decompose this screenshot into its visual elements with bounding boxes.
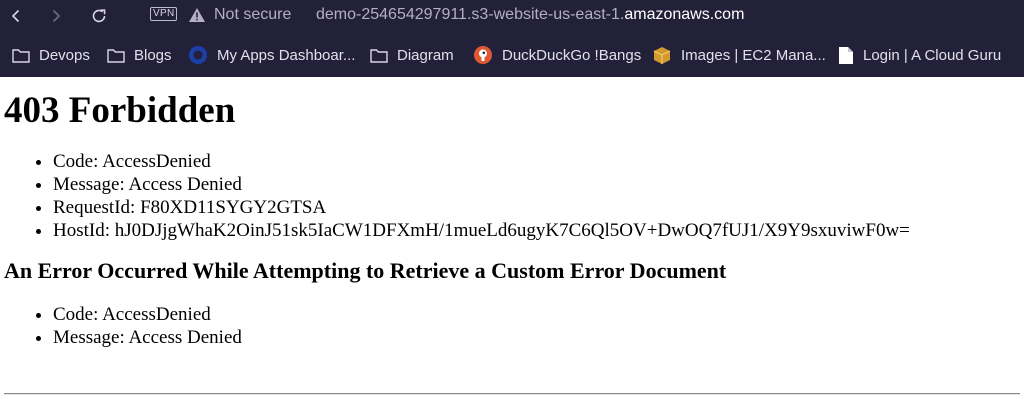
- bookmark-devops[interactable]: Devops: [12, 45, 90, 65]
- arrow-right-icon: [52, 9, 61, 23]
- reload-icon: [92, 9, 106, 23]
- bookmark-label: DuckDuckGo !Bangs: [502, 46, 642, 64]
- back-button[interactable]: [4, 4, 28, 28]
- reload-button[interactable]: [87, 4, 111, 28]
- forward-button[interactable]: [44, 4, 68, 28]
- bookmark-label: Images | EC2 Mana...: [681, 46, 826, 64]
- bookmark-label: Diagram: [397, 46, 454, 64]
- page-content: 403 Forbidden Code: AccessDenied Message…: [0, 90, 1024, 349]
- list-item: Code: AccessDenied: [53, 150, 1024, 173]
- warning-icon[interactable]: [188, 7, 206, 28]
- aws-box-icon: [652, 45, 672, 65]
- browser-chrome: VPN Not secure demo-254654297911.s3-webs…: [0, 0, 1024, 77]
- bookmark-a-cloud-guru[interactable]: Login | A Cloud Guru: [838, 45, 1001, 65]
- custom-error-details-list: Code: AccessDenied Message: Access Denie…: [4, 303, 1024, 349]
- custom-error-heading: An Error Occurred While Attempting to Re…: [4, 258, 727, 283]
- list-item: HostId: hJ0DJjgWhaK2OinJ51sk5IaCW1DFXmH/…: [53, 219, 1024, 242]
- browser-toolbar: VPN Not secure demo-254654297911.s3-webs…: [0, 0, 1024, 32]
- bookmark-label: Login | A Cloud Guru: [863, 46, 1002, 64]
- document-icon: [838, 46, 854, 65]
- duckduckgo-icon: [473, 45, 493, 65]
- bookmark-duckduckgo-bangs[interactable]: DuckDuckGo !Bangs: [473, 45, 641, 65]
- bookmark-label: My Apps Dashboar...: [217, 46, 356, 64]
- bookmark-images-ec2[interactable]: Images | EC2 Mana...: [652, 45, 826, 65]
- bookmark-blogs[interactable]: Blogs: [107, 45, 172, 65]
- bookmark-label: Devops: [39, 46, 90, 64]
- list-item: Code: AccessDenied: [53, 303, 1024, 326]
- divider: [4, 393, 1020, 395]
- security-status[interactable]: Not secure: [214, 6, 291, 24]
- folder-icon: [107, 48, 125, 63]
- list-item: Message: Access Denied: [53, 173, 1024, 196]
- bookmark-label: Blogs: [134, 46, 172, 64]
- url-prefix: demo-254654297911.s3-website-us-east-1.: [316, 6, 625, 23]
- address-bar[interactable]: demo-254654297911.s3-website-us-east-1.a…: [316, 6, 744, 24]
- vpn-badge[interactable]: VPN: [150, 7, 178, 21]
- page-title: 403 Forbidden: [4, 90, 236, 131]
- bookmark-diagram[interactable]: Diagram: [370, 45, 454, 65]
- list-item: RequestId: F80XD11SYGY2GTSA: [53, 196, 1024, 219]
- folder-icon: [12, 48, 30, 63]
- arrow-left-icon: [11, 9, 20, 23]
- error-details-list: Code: AccessDenied Message: Access Denie…: [4, 150, 1024, 242]
- bookmarks-bar: Devops Blogs My Apps Dashboar... Diagram…: [0, 32, 1024, 77]
- url-domain: amazonaws.com: [624, 6, 745, 23]
- list-item: Message: Access Denied: [53, 326, 1024, 349]
- okta-icon: [188, 45, 208, 65]
- bookmark-my-apps-dashboard[interactable]: My Apps Dashboar...: [188, 45, 355, 65]
- folder-icon: [370, 48, 388, 63]
